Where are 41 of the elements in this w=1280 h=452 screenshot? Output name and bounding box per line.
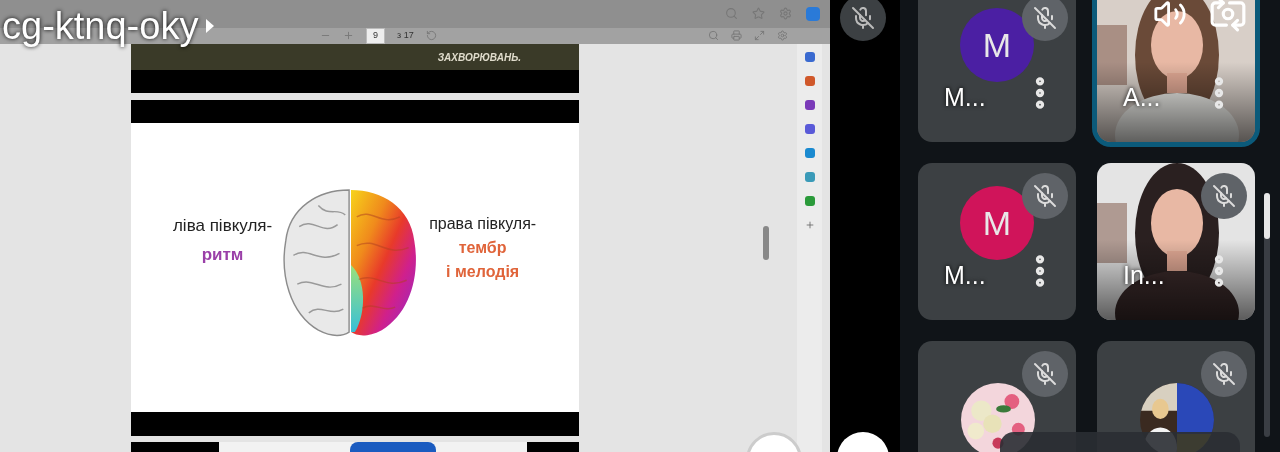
switch-camera-icon[interactable]	[1209, 0, 1247, 33]
meeting-code: cg-ktnq-oky	[1, 4, 199, 48]
participant-name: M...	[944, 260, 986, 291]
slide-keyword: ритм	[201, 244, 244, 266]
fullscreen-icon[interactable]	[754, 30, 765, 42]
slide-label: права півкуля-	[429, 213, 537, 234]
sidebar-app-icon[interactable]	[804, 52, 815, 62]
print-icon[interactable]	[731, 30, 742, 42]
zoom-in-icon[interactable]	[343, 30, 354, 42]
expand-arrow-icon[interactable]	[206, 19, 215, 33]
participant-name: M...	[944, 82, 986, 113]
mic-off-icon	[851, 6, 875, 30]
sidebar-app-icon[interactable]	[804, 196, 815, 206]
star-icon[interactable]	[752, 7, 765, 21]
slide-keyword: тембр	[458, 237, 507, 258]
page-field[interactable]: 9	[366, 28, 385, 44]
mic-off-icon	[1033, 362, 1057, 386]
slide-keyword: і мелодія	[446, 261, 520, 282]
search-icon[interactable]	[708, 30, 719, 42]
rotate-icon[interactable]	[425, 30, 437, 42]
scrollbar[interactable]	[1264, 193, 1270, 437]
mic-off-icon	[1033, 184, 1057, 208]
page-count: з 17	[397, 29, 414, 42]
participant-tile[interactable]	[918, 341, 1076, 452]
slide-label: ліва півкуля-	[172, 214, 273, 237]
slide-caption: ЗАХВОРЮВАНЬ.	[437, 50, 521, 65]
mic-off-icon	[1033, 6, 1057, 30]
avatar: M	[960, 186, 1034, 260]
participant-name: A...	[1123, 82, 1161, 113]
mic-off-icon	[1212, 362, 1236, 386]
sidebar-app-icon[interactable]	[804, 148, 815, 158]
sidebar-app-icon[interactable]	[804, 76, 815, 86]
sidebar-app-icon[interactable]	[804, 100, 815, 110]
add-icon[interactable]	[804, 220, 815, 230]
scrollbar-thumb[interactable]	[763, 226, 769, 260]
avatar: M	[960, 8, 1034, 82]
sidebar-app-icon[interactable]	[804, 124, 815, 134]
participant-tile[interactable]: M M...	[918, 163, 1076, 320]
mic-off-icon	[1212, 184, 1236, 208]
participant-tile[interactable]: M M...	[918, 0, 1076, 142]
sidebar-app-icon[interactable]	[804, 172, 815, 182]
